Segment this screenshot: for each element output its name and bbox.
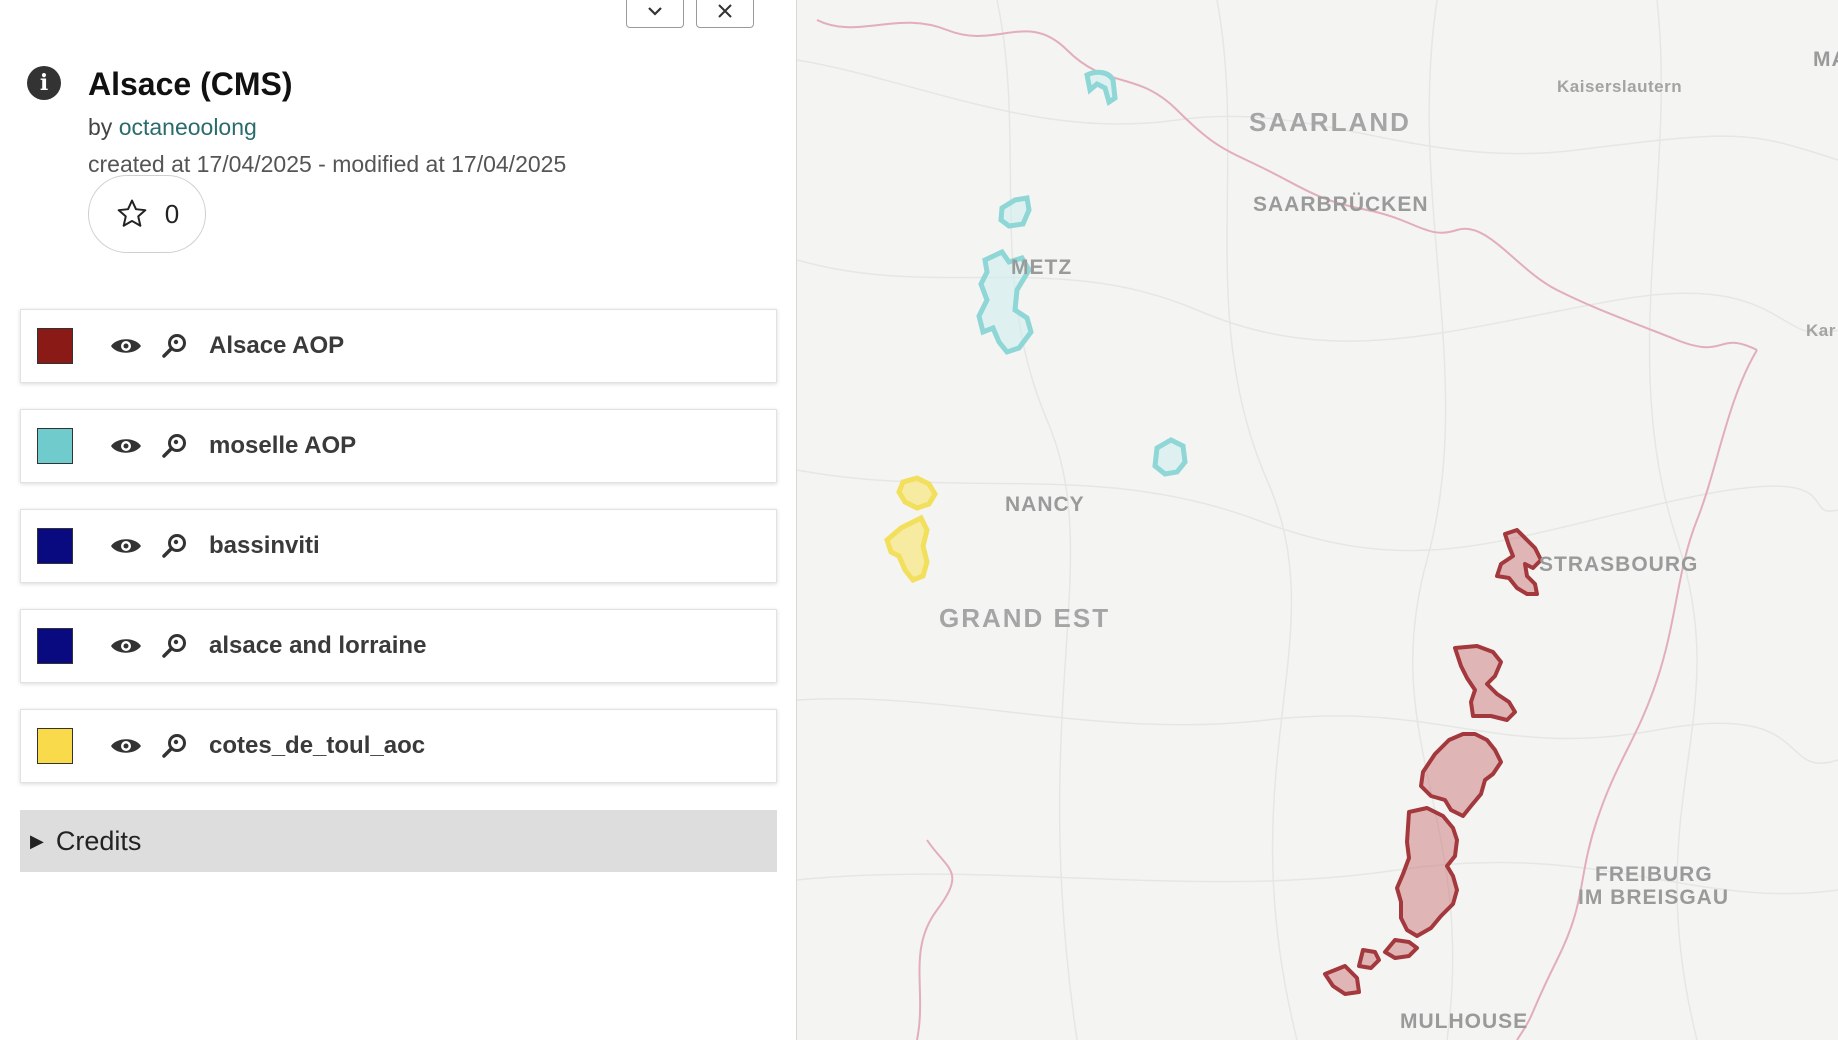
zoom-icon[interactable]: [161, 632, 189, 660]
close-icon: [718, 4, 732, 18]
alsace-aop-shape[interactable]: [1383, 938, 1419, 960]
eye-icon[interactable]: [109, 335, 143, 357]
moselle-aop-shape[interactable]: [998, 195, 1032, 229]
map-label-saarland: SAARLAND: [1249, 107, 1411, 137]
panel-controls: [626, 0, 754, 28]
map-header: i Alsace (CMS) by octaneoolong created a…: [27, 64, 566, 178]
layer-row: Alsace AOP: [20, 309, 777, 383]
zoom-icon[interactable]: [161, 332, 189, 360]
alsace-aop-shape[interactable]: [1395, 806, 1459, 938]
eye-icon[interactable]: [109, 635, 143, 657]
cotes-de-toul-shape[interactable]: [884, 514, 930, 584]
layer-color-swatch: [37, 528, 73, 564]
moselle-aop-shape[interactable]: [1084, 69, 1118, 106]
collapse-button[interactable]: [626, 0, 684, 28]
alsace-aop-shape[interactable]: [1453, 644, 1517, 722]
alsace-aop-shape[interactable]: [1357, 948, 1381, 970]
layer-list: Alsace AOP moselle AOP bassinviti alsace…: [20, 309, 777, 809]
layer-row: cotes_de_toul_aoc: [20, 709, 777, 783]
dates-text: created at 17/04/2025 - modified at 17/0…: [88, 151, 567, 177]
map-label-grand-est: GRAND EST: [939, 603, 1111, 633]
close-button[interactable]: [696, 0, 754, 28]
author-link[interactable]: octaneoolong: [119, 114, 257, 140]
map-label-edge-ma: MA: [1813, 48, 1838, 71]
alsace-aop-shape[interactable]: [1495, 528, 1543, 596]
moselle-aop-shape[interactable]: [1152, 437, 1188, 477]
map-label-nancy: NANCY: [1005, 493, 1085, 516]
map-label-saarbrucken: SAARBRÜCKEN: [1253, 193, 1429, 216]
map-info-panel: i Alsace (CMS) by octaneoolong created a…: [0, 0, 797, 1040]
map-label-freiburg: FREIBURG: [1595, 863, 1713, 886]
map-title: Alsace (CMS): [88, 66, 293, 102]
star-button[interactable]: 0: [88, 175, 206, 253]
layer-row: bassinviti: [20, 509, 777, 583]
layer-color-swatch: [37, 728, 73, 764]
eye-icon[interactable]: [109, 735, 143, 757]
map-label-mulhouse: MULHOUSE: [1400, 1010, 1529, 1033]
by-label: by: [88, 114, 113, 140]
zoom-icon[interactable]: [161, 732, 189, 760]
map-label-strasbourg: STRASBOURG: [1539, 553, 1699, 576]
layer-color-swatch: [37, 428, 73, 464]
layer-row: moselle AOP: [20, 409, 777, 483]
zoom-icon[interactable]: [161, 532, 189, 560]
layer-color-swatch: [37, 628, 73, 664]
eye-icon[interactable]: [109, 435, 143, 457]
layer-color-swatch: [37, 328, 73, 364]
zoom-icon[interactable]: [161, 432, 189, 460]
map-label-metz: METZ: [1011, 256, 1073, 279]
alsace-aop-layer[interactable]: [1323, 528, 1543, 996]
map-label-edge-kar: Kar: [1806, 321, 1836, 340]
layer-row: alsace and lorraine: [20, 609, 777, 683]
header-text: Alsace (CMS) by octaneoolong created at …: [88, 64, 566, 178]
cotes-de-toul-shape[interactable]: [896, 475, 938, 511]
layer-name[interactable]: bassinviti: [209, 532, 320, 560]
byline: by octaneoolong: [88, 114, 566, 141]
chevron-down-icon: [648, 7, 662, 16]
map-label-im-breisgau: IM BREISGAU: [1578, 886, 1730, 909]
layer-name[interactable]: Alsace AOP: [209, 332, 344, 360]
credits-label: Credits: [55, 825, 142, 856]
map-label-kaiserslautern: Kaiserslautern: [1557, 77, 1683, 96]
star-count: 0: [164, 198, 180, 229]
star-icon: [117, 199, 147, 227]
info-icon[interactable]: i: [27, 66, 61, 100]
layer-name[interactable]: moselle AOP: [209, 432, 356, 460]
layer-name[interactable]: alsace and lorraine: [209, 632, 426, 660]
triangle-right-icon: ▶: [30, 830, 44, 851]
layer-name[interactable]: cotes_de_toul_aoc: [209, 732, 425, 760]
app: i Alsace (CMS) by octaneoolong created a…: [0, 0, 1838, 1040]
eye-icon[interactable]: [109, 535, 143, 557]
alsace-aop-shape[interactable]: [1323, 964, 1361, 996]
cotes-de-toul-layer[interactable]: [884, 475, 938, 584]
map-canvas[interactable]: SAARLAND SAARBRÜCKEN Kaiserslautern METZ…: [797, 0, 1838, 1040]
credits-toggle[interactable]: ▶ Credits: [20, 810, 777, 872]
